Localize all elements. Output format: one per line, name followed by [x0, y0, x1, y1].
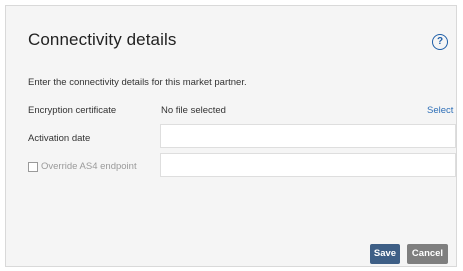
- encryption-certificate-label: Encryption certificate: [28, 105, 117, 116]
- page: Connectivity details ? Enter the connect…: [0, 0, 463, 271]
- save-button[interactable]: Save: [370, 244, 400, 264]
- override-as4-endpoint-label: Override AS4 endpoint: [41, 161, 137, 172]
- dialog-title: Connectivity details: [28, 30, 177, 49]
- override-as4-endpoint-row: Override AS4 endpoint: [28, 161, 137, 172]
- connectivity-details-dialog: Connectivity details ? Enter the connect…: [5, 5, 457, 267]
- select-certificate-link[interactable]: Select: [427, 105, 453, 116]
- help-icon[interactable]: ?: [432, 34, 448, 50]
- cancel-button[interactable]: Cancel: [407, 244, 448, 264]
- activation-date-field[interactable]: [160, 124, 456, 148]
- dialog-intro-text: Enter the connectivity details for this …: [28, 77, 247, 88]
- encryption-certificate-value: No file selected: [161, 105, 226, 116]
- as4-endpoint-field[interactable]: [160, 153, 456, 177]
- activation-date-label: Activation date: [28, 133, 91, 144]
- override-as4-endpoint-checkbox[interactable]: [28, 161, 38, 172]
